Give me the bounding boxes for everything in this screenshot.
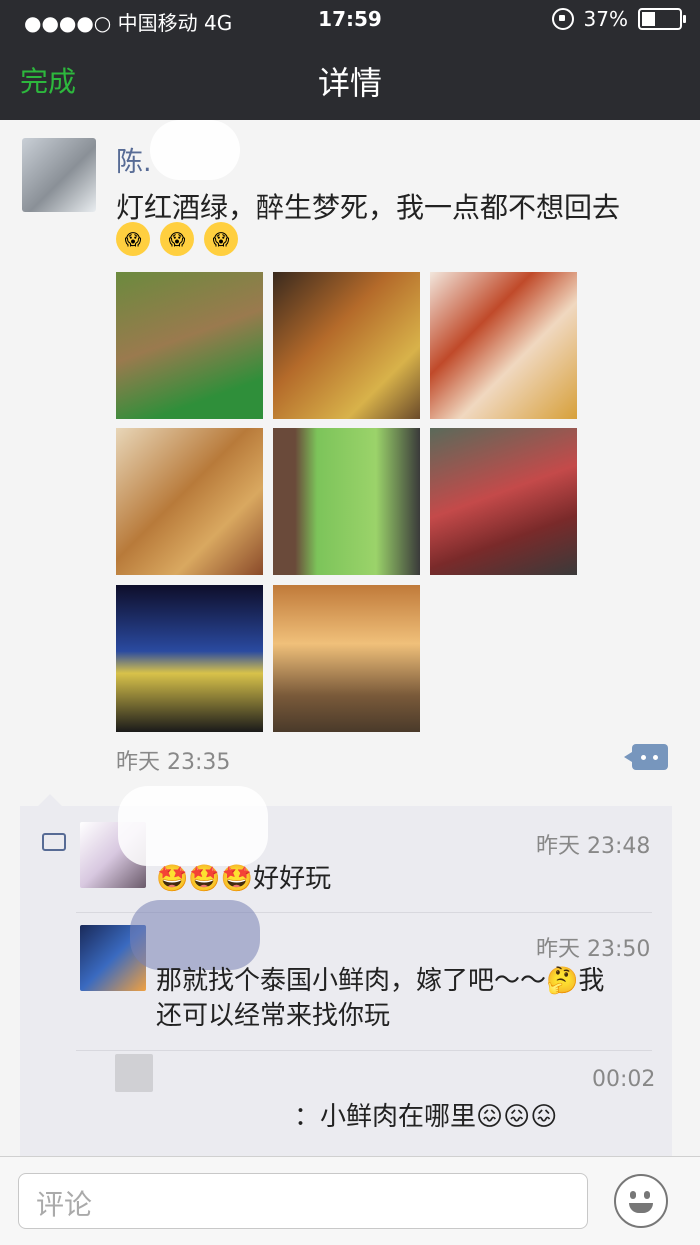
page-title: 详情 xyxy=(317,64,382,102)
photo-restaurant-interior[interactable] xyxy=(273,585,420,732)
author-name[interactable]: 陈. xyxy=(116,140,152,179)
commenter-avatar[interactable] xyxy=(115,1054,153,1092)
redaction-blur xyxy=(150,120,240,180)
battery-percent: 37% xyxy=(583,7,628,31)
comment-time: 00:02 xyxy=(592,1067,656,1092)
status-bar: ●●●●○ 中国移动 4G 17:59 37% xyxy=(0,0,700,40)
comment-options-button[interactable] xyxy=(624,744,668,770)
comment-input[interactable] xyxy=(18,1173,588,1229)
comment-time: 昨天 23:50 xyxy=(536,937,651,962)
comment-text: ：小鲜肉在哪里😖😖😖 xyxy=(294,1102,558,1132)
redaction-blur xyxy=(118,786,268,866)
comment-bubble-icon xyxy=(42,833,66,851)
emoji-picker-icon[interactable] xyxy=(614,1174,668,1228)
photo-dishes-collage[interactable] xyxy=(116,428,263,575)
photo-dishes-table[interactable] xyxy=(430,272,577,419)
scream-emoji-icon: 😱 xyxy=(116,222,150,256)
scream-emoji-icon: 😱 xyxy=(160,222,194,256)
photo-red-truck[interactable] xyxy=(430,428,577,575)
post-emojis: 😱 😱 😱 xyxy=(116,222,238,256)
comment-text: 🤩🤩🤩好好玩 xyxy=(156,864,332,894)
photo-buffet-trays[interactable] xyxy=(273,272,420,419)
rotation-lock-icon xyxy=(551,8,574,30)
author-avatar[interactable] xyxy=(22,138,96,212)
post-text: 灯红酒绿，醉生梦死，我一点都不想回去 xyxy=(116,191,621,224)
photo-mall-night[interactable] xyxy=(116,585,263,732)
photo-card-barcode[interactable] xyxy=(273,428,420,575)
comment-text: 还可以经常来找你玩 xyxy=(156,1001,391,1031)
photo-elephant-ride[interactable] xyxy=(116,272,263,419)
scream-emoji-icon: 😱 xyxy=(204,222,238,256)
comment-time: 昨天 23:48 xyxy=(536,834,651,859)
battery-icon xyxy=(638,8,686,30)
post-timestamp: 昨天 23:35 xyxy=(116,750,231,775)
comment-divider xyxy=(76,1050,652,1051)
comment-placeholder: 评论 xyxy=(36,1188,93,1221)
